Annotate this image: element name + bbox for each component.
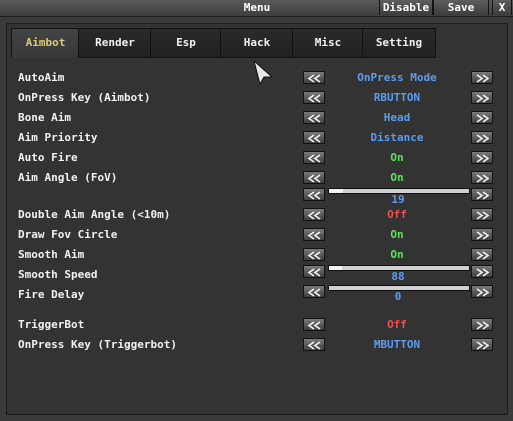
slider-value-smooth-speed: 88	[391, 270, 405, 283]
setting-label-bone-aim: Bone Aim	[18, 111, 71, 124]
next-button-aim-priority[interactable]	[471, 131, 493, 144]
double-chevron-right-icon	[476, 74, 490, 83]
prev-button-smooth-aim[interactable]	[303, 248, 325, 261]
double-chevron-right-icon	[476, 174, 490, 183]
double-chevron-left-icon	[307, 341, 321, 350]
setting-label-smooth-speed: Smooth Speed	[18, 268, 98, 281]
close-button[interactable]: X	[492, 0, 512, 15]
double-chevron-left-icon	[307, 174, 321, 183]
double-chevron-left-icon	[307, 114, 321, 123]
setting-label-onpress-key-aimbot: OnPress Key (Aimbot)	[18, 91, 151, 104]
tab-hack[interactable]: Hack	[220, 28, 294, 58]
double-chevron-right-icon	[476, 134, 490, 143]
setting-label-smooth-aim: Smooth Aim	[18, 248, 85, 261]
double-chevron-left-icon	[307, 231, 321, 240]
next-button-aim-angle-fov[interactable]	[471, 171, 493, 184]
double-chevron-right-icon	[476, 341, 490, 350]
slider-value-aim-angle-fov: 19	[391, 193, 405, 206]
next-button-smooth-aim[interactable]	[471, 248, 493, 261]
setting-label-triggerbot: TriggerBot	[18, 318, 85, 331]
double-chevron-right-icon	[476, 94, 490, 103]
double-chevron-right-icon	[476, 288, 490, 297]
tab-render[interactable]: Render	[78, 28, 152, 58]
setting-value-autoaim: OnPress Mode	[357, 71, 437, 84]
slider-decrease-aim-angle-fov[interactable]	[303, 188, 325, 201]
next-button-onpress-key-triggerbot[interactable]	[471, 338, 493, 351]
double-chevron-left-icon	[307, 74, 321, 83]
setting-label-aim-angle-fov: Aim Angle (FoV)	[18, 171, 118, 184]
double-chevron-left-icon	[307, 251, 321, 260]
prev-button-autoaim[interactable]	[303, 71, 325, 84]
double-chevron-left-icon	[307, 154, 321, 163]
double-chevron-right-icon	[476, 114, 490, 123]
prev-button-onpress-key-aimbot[interactable]	[303, 91, 325, 104]
double-chevron-left-icon	[307, 268, 321, 277]
setting-label-draw-fov-circle: Draw Fov Circle	[18, 228, 118, 241]
slider-increase-aim-angle-fov[interactable]	[471, 188, 493, 201]
double-chevron-left-icon	[307, 134, 321, 143]
next-button-double-aim-angle-10m[interactable]	[471, 208, 493, 221]
double-chevron-right-icon	[476, 251, 490, 260]
double-chevron-left-icon	[307, 288, 321, 297]
slider-decrease-fire-delay[interactable]	[303, 285, 325, 298]
slider-value-fire-delay: 0	[394, 290, 402, 303]
setting-label-aim-priority: Aim Priority	[18, 131, 98, 144]
slider-increase-smooth-speed[interactable]	[471, 265, 493, 278]
tab-esp[interactable]: Esp	[150, 28, 222, 58]
setting-value-smooth-aim: On	[390, 248, 404, 261]
prev-button-aim-priority[interactable]	[303, 131, 325, 144]
next-button-draw-fov-circle[interactable]	[471, 228, 493, 241]
prev-button-double-aim-angle-10m[interactable]	[303, 208, 325, 221]
double-chevron-right-icon	[476, 231, 490, 240]
double-chevron-left-icon	[307, 211, 321, 220]
tab-misc[interactable]: Misc	[292, 28, 364, 58]
mouse-cursor-icon	[253, 59, 274, 85]
setting-value-onpress-key-aimbot: RBUTTON	[373, 91, 421, 104]
prev-button-bone-aim[interactable]	[303, 111, 325, 124]
next-button-autoaim[interactable]	[471, 71, 493, 84]
setting-label-double-aim-angle-10m: Double Aim Angle (<10m)	[18, 208, 171, 221]
slider-decrease-smooth-speed[interactable]	[303, 265, 325, 278]
double-chevron-right-icon	[476, 154, 490, 163]
next-button-onpress-key-aimbot[interactable]	[471, 91, 493, 104]
double-chevron-right-icon	[476, 268, 490, 277]
prev-button-auto-fire[interactable]	[303, 151, 325, 164]
next-button-auto-fire[interactable]	[471, 151, 493, 164]
setting-label-autoaim: AutoAim	[18, 71, 65, 84]
setting-value-draw-fov-circle: On	[390, 228, 404, 241]
double-chevron-left-icon	[307, 94, 321, 103]
prev-button-aim-angle-fov[interactable]	[303, 171, 325, 184]
setting-value-double-aim-angle-10m: Off	[387, 208, 407, 221]
setting-value-aim-angle-fov: On	[390, 171, 404, 184]
window-title: Menu	[243, 1, 271, 14]
slider-increase-fire-delay[interactable]	[471, 285, 493, 298]
setting-label-auto-fire: Auto Fire	[18, 151, 78, 164]
double-chevron-right-icon	[476, 191, 490, 200]
setting-value-bone-aim: Head	[383, 111, 411, 124]
prev-button-triggerbot[interactable]	[303, 318, 325, 331]
double-chevron-left-icon	[307, 191, 321, 200]
setting-value-onpress-key-triggerbot: MBUTTON	[373, 338, 421, 351]
title-bar: Menu Disable Save X	[0, 0, 513, 17]
tab-setting[interactable]: Setting	[362, 28, 436, 58]
setting-value-aim-priority: Distance	[370, 131, 424, 144]
setting-label-onpress-key-triggerbot: OnPress Key (Triggerbot)	[18, 338, 177, 351]
tab-aimbot[interactable]: Aimbot	[11, 28, 80, 58]
next-button-bone-aim[interactable]	[471, 111, 493, 124]
setting-label-fire-delay: Fire Delay	[18, 288, 85, 301]
double-chevron-left-icon	[307, 321, 321, 330]
save-button[interactable]: Save	[433, 0, 489, 15]
disable-button[interactable]: Disable	[379, 0, 433, 15]
double-chevron-right-icon	[476, 321, 490, 330]
prev-button-onpress-key-triggerbot[interactable]	[303, 338, 325, 351]
next-button-triggerbot[interactable]	[471, 318, 493, 331]
menu-window: Menu Disable Save X Aimbot Render Esp Ha…	[0, 0, 513, 421]
prev-button-draw-fov-circle[interactable]	[303, 228, 325, 241]
double-chevron-right-icon	[476, 211, 490, 220]
setting-value-triggerbot: Off	[387, 318, 407, 331]
setting-value-auto-fire: On	[390, 151, 404, 164]
